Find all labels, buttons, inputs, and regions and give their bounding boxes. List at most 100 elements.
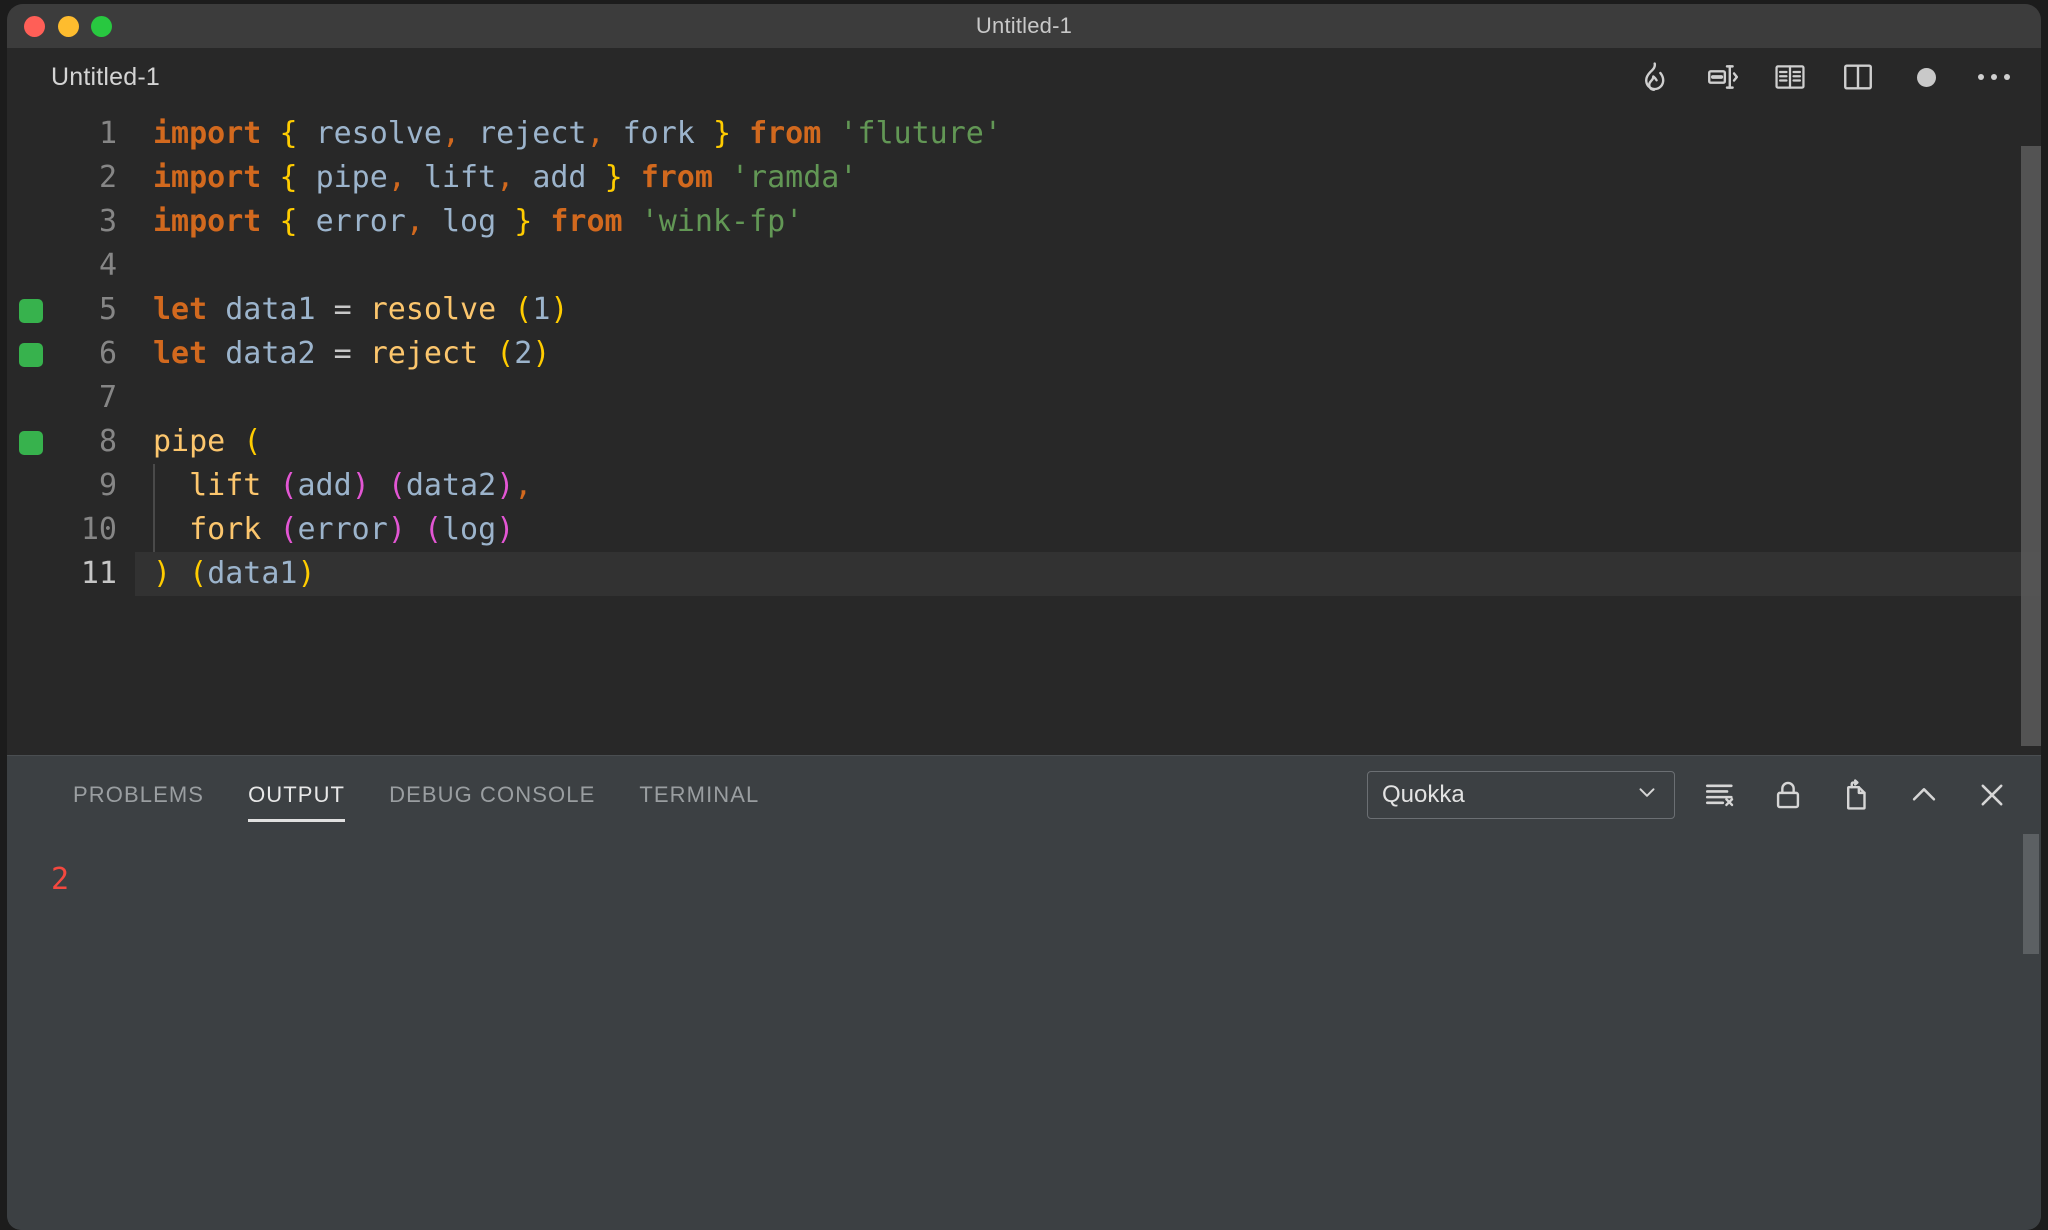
record-dot-icon[interactable] [1905,56,1947,98]
minimize-window-button[interactable] [57,15,79,37]
code-token: data1 [225,292,316,327]
traffic-lights [24,15,112,37]
code-token: resolve [315,116,442,151]
panel-tab-output[interactable]: OUTPUT [226,756,367,834]
code-text: import { resolve, reject, fork } from 'f… [135,112,2041,156]
bottom-panel: PROBLEMS OUTPUT DEBUG CONSOLE TERMINAL Quok… [7,755,2041,1230]
editor-actions [1633,56,2015,98]
panel-tab-problems[interactable]: PROBLEMS [51,756,226,834]
code-token: pipe [153,424,226,459]
code-line[interactable]: 8 pipe ( [7,420,2041,464]
code-text: let data2 = reject (2) [135,332,2041,376]
code-token: add [532,160,587,195]
code-token: , [496,160,515,195]
coverage-indicator [19,299,43,323]
code-token: reject [369,336,479,371]
code-token: ) [297,556,316,591]
code-token: = [333,292,352,327]
code-token: , [442,116,461,151]
line-number: 4 [98,248,117,283]
line-number: 1 [98,116,117,151]
code-token: ) [351,468,370,503]
code-token: ( [279,512,298,547]
close-window-button[interactable] [24,15,45,37]
code-line[interactable]: 3 import { error, log } from 'wink-fp' [7,200,2041,244]
editor-tabbar: Untitled-1 [7,48,2041,106]
more-actions-icon[interactable] [1973,56,2015,98]
open-in-editor-icon[interactable] [1833,772,1879,818]
code-text: lift (add) (data2), [135,464,2041,508]
window-titlebar: Untitled-1 [7,4,2041,48]
zoom-window-button[interactable] [91,15,112,37]
output-channel-select[interactable]: Quokka [1367,771,1675,819]
code-token: 'wink-fp' [640,204,804,239]
code-line[interactable]: 2 import { pipe, lift, add } from 'ramda' [7,156,2041,200]
editor-vertical-scrollbar[interactable] [2021,106,2041,755]
panel-tab-debug-console[interactable]: DEBUG CONSOLE [367,756,617,834]
code-line[interactable]: 11) (data1) [7,552,2041,596]
split-editor-icon[interactable] [1701,56,1743,98]
code-line[interactable]: 6 let data2 = reject (2) [7,332,2041,376]
code-text: ) (data1) [135,552,2041,596]
close-icon[interactable] [1969,772,2015,818]
code-token: ) [496,468,515,503]
code-token: lift [189,468,262,503]
panel-scrollbar-thumb[interactable] [2023,834,2039,954]
code-token: } [604,160,623,195]
code-token: fork [189,512,262,547]
lock-icon[interactable] [1765,772,1811,818]
split-panel-icon[interactable] [1837,56,1879,98]
open-preview-icon[interactable] [1769,56,1811,98]
output-channel-value: Quokka [1382,781,1465,808]
code-text: import { pipe, lift, add } from 'ramda' [135,156,2041,200]
code-editor[interactable]: 1 import { resolve, reject, fork } from '… [7,106,2041,755]
code-line[interactable]: 5 let data1 = resolve (1) [7,288,2041,332]
code-line[interactable]: 10 fork (error) (log) [7,508,2041,552]
code-text: pipe ( [135,420,2041,464]
line-number: 9 [98,468,117,503]
code-token: ( [279,468,298,503]
clear-output-icon[interactable] [1697,772,1743,818]
code-token: error [297,512,388,547]
code-token: , [405,204,424,239]
code-token: import [153,116,262,151]
editor-tab-untitled-1[interactable]: Untitled-1 [51,63,160,92]
output-panel-body[interactable]: 2 [7,834,2041,1230]
code-token: { [279,116,298,151]
line-number: 7 [98,380,117,415]
code-token: 'fluture' [839,116,1002,151]
coverage-indicator [19,431,43,455]
chevron-down-icon [1634,779,1660,812]
flame-icon[interactable] [1633,56,1675,98]
code-line[interactable]: 1 import { resolve, reject, fork } from '… [7,112,2041,156]
panel-tab-terminal[interactable]: TERMINAL [617,756,781,834]
chevron-up-icon[interactable] [1901,772,1947,818]
code-line[interactable]: 4 [7,244,2041,288]
code-line[interactable]: 7 [7,376,2041,420]
editor-scrollbar-thumb[interactable] [2021,146,2041,746]
line-number: 10 [80,512,117,547]
code-token: pipe [315,160,388,195]
code-token: add [297,468,352,503]
code-token: ( [423,512,442,547]
code-text: fork (error) (log) [135,508,2041,552]
code-line[interactable]: 9 lift (add) (data2), [7,464,2041,508]
code-token: , [514,468,533,503]
